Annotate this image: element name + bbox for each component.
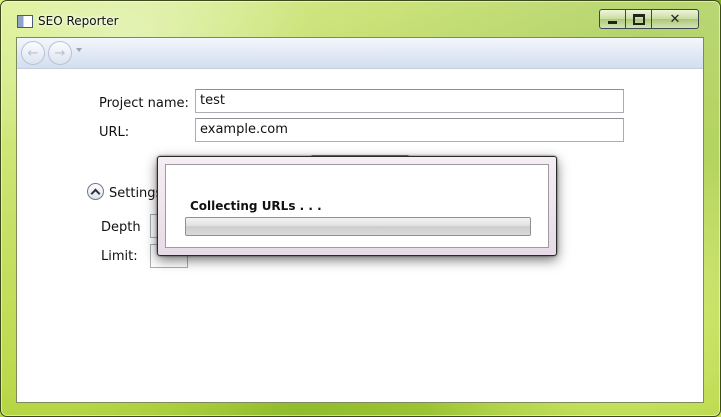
window-title: SEO Reporter xyxy=(38,14,119,28)
chevron-up-icon xyxy=(90,188,101,198)
url-label: URL: xyxy=(99,125,130,140)
maximize-button[interactable] xyxy=(626,9,652,29)
back-button[interactable]: ← xyxy=(21,41,45,65)
chevron-down-icon[interactable] xyxy=(76,48,82,52)
maximize-icon xyxy=(632,13,645,25)
caption-buttons: ✕ xyxy=(599,9,699,29)
arrow-right-icon: → xyxy=(54,45,66,61)
project-name-input[interactable]: test xyxy=(195,89,624,113)
settings-header: Settings xyxy=(109,186,163,201)
minimize-button[interactable] xyxy=(599,9,626,29)
progress-dialog-content: Collecting URLs . . . xyxy=(165,164,549,248)
navigation-bar: ← → xyxy=(17,38,703,69)
app-window-icon xyxy=(17,15,33,28)
close-button[interactable]: ✕ xyxy=(652,9,699,29)
close-icon: ✕ xyxy=(669,11,681,27)
progress-message: Collecting URLs . . . xyxy=(190,199,322,213)
minimize-icon xyxy=(608,20,617,24)
progress-dialog: Collecting URLs . . . xyxy=(157,156,557,256)
limit-label: Limit: xyxy=(101,249,138,264)
progress-bar xyxy=(185,217,531,236)
arrow-left-icon: ← xyxy=(27,45,39,61)
settings-expander-button[interactable] xyxy=(87,183,104,200)
title-bar[interactable]: SEO Reporter ✕ xyxy=(1,1,720,37)
url-input[interactable]: example.com xyxy=(195,118,624,142)
depth-label: Depth xyxy=(101,220,141,235)
forward-button[interactable]: → xyxy=(48,41,72,65)
project-name-label: Project name: xyxy=(99,96,189,111)
progress-bar-fill xyxy=(186,218,530,235)
